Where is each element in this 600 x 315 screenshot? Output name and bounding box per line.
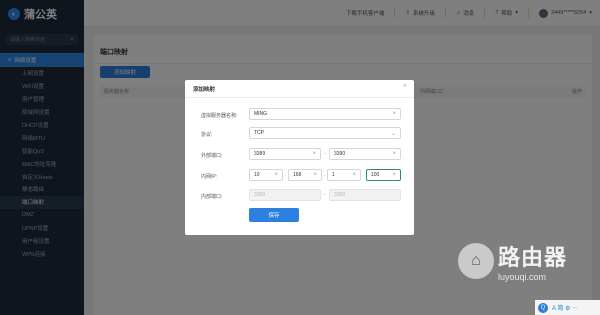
ip-octet-2-input[interactable]: 168 ×	[288, 169, 322, 181]
ext-port-from-value: 3389	[254, 151, 266, 157]
ext-port-from-input[interactable]: 3389 ×	[249, 148, 321, 160]
ext-port-to-input[interactable]: 3390 ×	[329, 148, 401, 160]
int-port-to-input: 3390	[329, 189, 401, 201]
clear-icon[interactable]: ×	[313, 172, 317, 178]
range-separator: -	[324, 151, 326, 157]
ip-dot: .	[363, 172, 365, 178]
ip-octet-3-input[interactable]: 1 ×	[327, 169, 361, 181]
int-port-to-value: 3390	[334, 192, 346, 198]
divider	[185, 97, 414, 98]
dialog-title: 添加映射	[193, 87, 216, 93]
ip-octet-4-input[interactable]: 100 ×	[366, 169, 401, 181]
clear-icon[interactable]: ×	[392, 111, 396, 117]
ip-dot: .	[324, 172, 326, 178]
int-port-from-input: 3389	[249, 189, 321, 201]
ip-octet-value: 168	[293, 172, 302, 178]
server-name-value: MING	[254, 111, 268, 117]
add-mapping-dialog: 添加映射 × 虚拟服务器名称: MING × 协议: TCP ⌄ 外部端口: 3…	[185, 80, 414, 235]
clear-icon[interactable]: ×	[274, 172, 278, 178]
chevron-down-icon: ⌄	[390, 130, 396, 137]
clear-icon[interactable]: ×	[352, 172, 356, 178]
name-label: 虚拟服务器名称:	[201, 113, 238, 119]
system-tray: Q A 简 ⚙ ⋯	[535, 300, 600, 315]
tray-items[interactable]: A 简 ⚙ ⋯	[552, 303, 578, 312]
clear-icon[interactable]: ×	[392, 151, 396, 157]
clear-icon[interactable]: ×	[392, 172, 396, 178]
protocol-value: TCP	[254, 130, 264, 136]
watermark-en: luyouqi.com	[498, 272, 547, 282]
int-port-label: 内部端口:	[201, 194, 223, 200]
watermark: ⌂ 路由器 luyouqi.com	[458, 240, 567, 282]
ext-port-label: 外部端口:	[201, 153, 223, 159]
range-separator: -	[324, 192, 326, 198]
protocol-label: 协议:	[201, 132, 213, 138]
ip-octet-value: 100	[371, 172, 380, 178]
ip-octet-value: 10	[254, 172, 260, 178]
close-icon[interactable]: ×	[403, 83, 407, 90]
ip-dot: .	[285, 172, 287, 178]
ext-port-to-value: 3390	[334, 151, 346, 157]
watermark-cn: 路由器	[498, 245, 568, 270]
clear-icon[interactable]: ×	[312, 151, 316, 157]
router-logo-icon: ⌂	[458, 243, 494, 279]
input-method-icon[interactable]: Q	[538, 302, 548, 313]
server-name-input[interactable]: MING ×	[249, 108, 401, 120]
protocol-select[interactable]: TCP ⌄	[249, 127, 401, 139]
save-button[interactable]: 保存	[249, 208, 299, 222]
ip-octet-1-input[interactable]: 10 ×	[249, 169, 283, 181]
watermark-text: 路由器 luyouqi.com	[498, 240, 567, 282]
ip-octet-value: 1	[332, 172, 335, 178]
lan-ip-label: 内网IP:	[201, 174, 218, 180]
int-port-from-value: 3389	[254, 192, 266, 198]
